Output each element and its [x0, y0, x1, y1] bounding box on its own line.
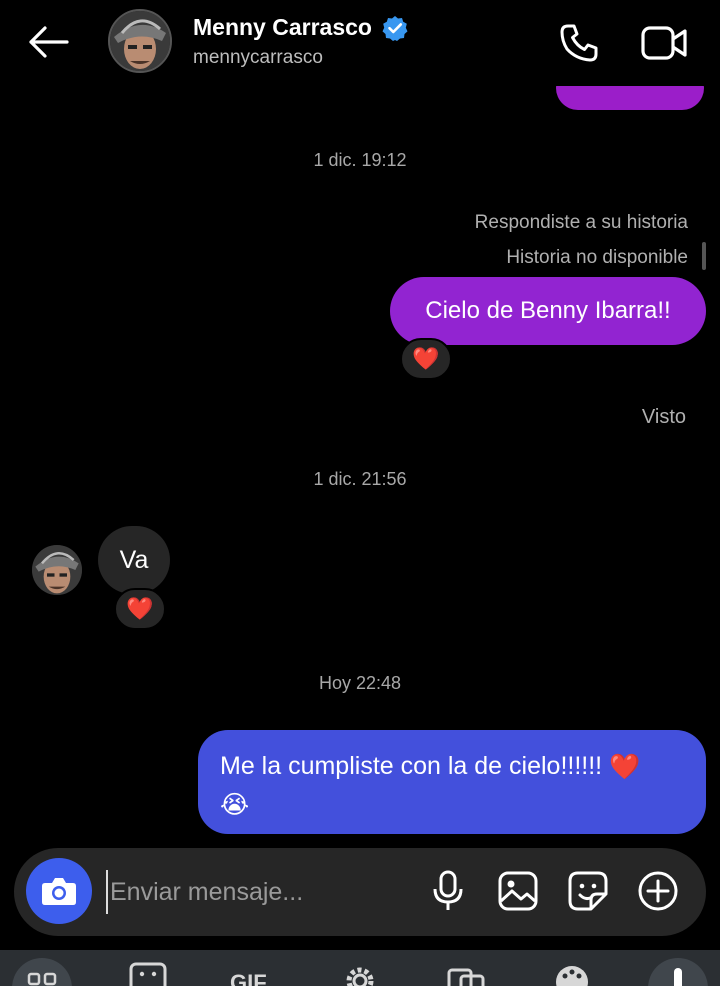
contact-name: Menny Carrasco: [193, 14, 372, 40]
story-reply-label: Respondiste a su historia: [474, 212, 688, 233]
heart-emoji: ❤️: [609, 753, 641, 782]
verified-badge-icon: [382, 15, 408, 41]
settings-icon: [346, 967, 374, 986]
phone-icon: [560, 24, 598, 62]
back-arrow-icon: [29, 26, 69, 58]
palette-icon: [556, 966, 588, 986]
seen-status: Visto: [641, 406, 686, 428]
translate-icon: [447, 968, 485, 986]
message-text: Me la cumpliste con la de cielo!!!!!!: [220, 752, 610, 780]
gallery-button[interactable]: [496, 869, 540, 913]
more-options-button[interactable]: [636, 869, 680, 913]
contact-username: mennycarrasco: [193, 47, 323, 68]
video-call-button[interactable]: [638, 20, 690, 66]
message-text: Va: [119, 545, 149, 574]
theme-button[interactable]: [552, 962, 592, 986]
timestamp-separator: 1 dic. 21:56: [313, 469, 407, 489]
translate-button[interactable]: [446, 962, 486, 986]
message-reaction[interactable]: ❤️: [400, 338, 452, 380]
message-thread[interactable]: 1 dic. 19:12 Respondiste a su historia H…: [0, 66, 720, 846]
outgoing-message[interactable]: Cielo de Benny Ibarra!!: [390, 277, 706, 345]
timestamp-separator: 1 dic. 19:12: [313, 150, 407, 170]
mic-icon: [674, 968, 682, 986]
gif-button[interactable]: GIF: [230, 970, 267, 986]
sender-avatar[interactable]: [32, 545, 82, 595]
camera-button[interactable]: [26, 858, 92, 924]
crying-emoji: 😭: [220, 790, 250, 819]
video-icon: [641, 26, 687, 60]
emoji-keyboard-button[interactable]: [128, 962, 168, 986]
message-composer: [14, 848, 706, 936]
message-input[interactable]: [106, 870, 406, 914]
timestamp-separator: Hoy 22:48: [318, 673, 402, 693]
keyboard-settings-button[interactable]: [340, 962, 380, 986]
audio-call-button[interactable]: [556, 20, 602, 66]
heart-reaction-icon: ❤️: [412, 346, 440, 371]
microphone-icon: [433, 870, 463, 910]
contact-avatar[interactable]: [108, 9, 172, 73]
emoji-keyboard-icon: [129, 962, 167, 986]
contact-title[interactable]: Menny Carrasco mennycarrasco: [193, 14, 408, 69]
story-unavailable-label[interactable]: Historia no disponible: [506, 247, 688, 269]
outgoing-message[interactable]: Me la cumpliste con la de cielo!!!!!! ❤️…: [198, 730, 706, 834]
voice-message-button[interactable]: [426, 869, 470, 913]
message-text: Cielo de Benny Ibarra!!: [425, 297, 671, 324]
story-reply-indicator: [702, 242, 706, 270]
sticker-button[interactable]: [566, 869, 610, 913]
message-reaction[interactable]: ❤️: [114, 588, 166, 630]
chat-header: Menny Carrasco mennycarrasco: [0, 0, 720, 86]
keyboard-toolbar: GIF: [0, 950, 720, 986]
sticker-icon: [568, 871, 608, 911]
image-icon: [498, 871, 538, 911]
camera-icon: [42, 878, 76, 905]
back-button[interactable]: [24, 22, 72, 62]
apps-grid-icon: [27, 972, 57, 986]
apps-grid-button[interactable]: [12, 958, 72, 986]
incoming-message[interactable]: Va: [98, 526, 170, 594]
voice-input-button[interactable]: [648, 958, 708, 986]
plus-icon: [638, 871, 678, 911]
heart-reaction-icon: ❤️: [126, 596, 154, 621]
